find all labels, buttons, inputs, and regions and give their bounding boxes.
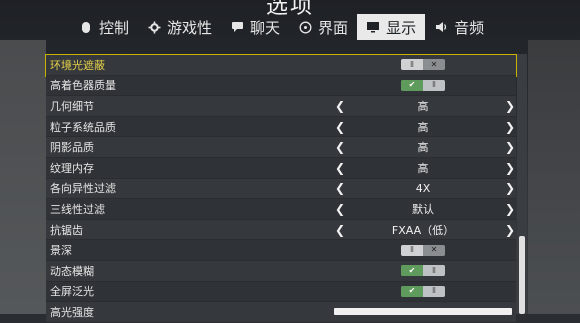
setting-row-anti-aliasing[interactable]: 抗锯齿 ❮ FXAA（低） ❯: [46, 219, 516, 241]
setting-label: 全屏泛光: [50, 285, 94, 299]
toggle-switch[interactable]: ✔ Ⅱ: [401, 265, 445, 277]
setting-row-trilinear-filtering[interactable]: 三线性过滤 ❮ 默认 ❯: [46, 199, 516, 220]
tab-label: 界面: [318, 18, 349, 37]
setting-row-fullscreen-bloom[interactable]: 全屏泛光 ✔ Ⅱ: [46, 281, 516, 303]
previous-arrow-icon[interactable]: ❮: [335, 161, 345, 175]
next-arrow-icon[interactable]: ❯: [505, 223, 515, 237]
toggle-switch[interactable]: Ⅱ ✕: [401, 59, 445, 71]
background-left: [0, 40, 46, 314]
setting-label: 几何细节: [50, 99, 94, 113]
previous-arrow-icon[interactable]: ❮: [335, 99, 345, 113]
setting-value: 4X: [415, 181, 431, 195]
background-right: [528, 40, 580, 314]
next-arrow-icon[interactable]: ❯: [505, 120, 515, 134]
scrollbar-thumb[interactable]: [519, 236, 525, 314]
setting-label: 高着色器质量: [50, 79, 116, 93]
setting-row-particle-quality[interactable]: 粒子系统品质 ❮ 高 ❯: [46, 116, 516, 138]
tab-gameplay[interactable]: 游戏性: [138, 14, 221, 40]
next-arrow-icon[interactable]: ❯: [505, 99, 515, 113]
setting-row-shadow-quality[interactable]: 阴影品质 ❮ 高 ❯: [46, 137, 516, 158]
setting-label: 高光强度: [50, 305, 94, 319]
next-arrow-icon[interactable]: ❯: [505, 140, 515, 154]
setting-value: FXAA（低）: [391, 223, 455, 237]
tab-label: 控制: [99, 18, 130, 37]
setting-row-bloom-intensity[interactable]: 高光强度: [46, 302, 516, 323]
setting-label: 三线性过滤: [50, 202, 105, 216]
tab-interface[interactable]: 界面: [289, 14, 357, 40]
scrollbar[interactable]: [517, 54, 527, 314]
tab-label: 显示: [386, 18, 417, 37]
setting-row-ambient-occlusion[interactable]: 环境光遮蔽 Ⅱ ✕: [45, 54, 517, 77]
setting-label: 各向异性过滤: [50, 182, 116, 196]
setting-row-texture-memory[interactable]: 纹理内存 ❮ 高 ❯: [46, 157, 516, 179]
tab-controls[interactable]: 控制: [70, 14, 138, 40]
toggle-switch[interactable]: Ⅱ ✕: [401, 244, 445, 256]
setting-label: 景深: [50, 244, 72, 258]
previous-arrow-icon[interactable]: ❮: [335, 120, 345, 134]
toggle-switch[interactable]: ✔ Ⅱ: [401, 285, 445, 297]
setting-row-motion-blur[interactable]: 动态模糊 ✔ Ⅱ: [46, 260, 516, 282]
settings-list: 环境光遮蔽 Ⅱ ✕ 高着色器质量 ✔ Ⅱ 几何细节 ❮ 高 ❯ 粒子系统品质 ❮ 高…: [45, 54, 517, 323]
setting-label: 动态模糊: [50, 264, 94, 278]
previous-arrow-icon[interactable]: ❮: [335, 181, 345, 195]
setting-row-depth-of-field[interactable]: 景深 Ⅱ ✕: [46, 240, 516, 261]
setting-label: 阴影品质: [50, 141, 94, 155]
interface-icon: [298, 20, 312, 34]
previous-arrow-icon[interactable]: ❮: [335, 202, 345, 216]
setting-label: 纹理内存: [50, 161, 94, 175]
setting-value: 高: [417, 161, 429, 175]
tab-audio[interactable]: 音频: [425, 14, 493, 40]
previous-arrow-icon[interactable]: ❮: [335, 223, 345, 237]
chat-bubble-icon: [230, 20, 244, 34]
tab-label: 音频: [454, 18, 485, 37]
tab-chat[interactable]: 聊天: [221, 14, 289, 40]
next-arrow-icon[interactable]: ❯: [505, 161, 515, 175]
tab-label: 聊天: [250, 18, 281, 37]
toggle-switch[interactable]: ✔ Ⅱ: [401, 79, 445, 91]
tab-bar: 控制 游戏性 聊天 界面 显示 音频: [70, 14, 493, 40]
setting-row-geometry-detail[interactable]: 几何细节 ❮ 高 ❯: [46, 96, 516, 117]
setting-value: 默认: [412, 202, 434, 216]
next-arrow-icon[interactable]: ❯: [505, 202, 515, 216]
intensity-slider[interactable]: [334, 308, 512, 316]
setting-label: 环境光遮蔽: [50, 58, 105, 72]
next-arrow-icon[interactable]: ❯: [505, 181, 515, 195]
monitor-icon: [366, 20, 380, 34]
setting-value: 高: [417, 141, 429, 155]
previous-arrow-icon[interactable]: ❮: [335, 140, 345, 154]
tab-label: 游戏性: [167, 18, 213, 37]
setting-label: 抗锯齿: [50, 223, 83, 237]
setting-row-anisotropic-filtering[interactable]: 各向异性过滤 ❮ 4X ❯: [46, 178, 516, 200]
setting-value: 高: [417, 120, 429, 134]
tab-display[interactable]: 显示: [357, 14, 426, 40]
setting-value: 高: [417, 99, 429, 113]
setting-label: 粒子系统品质: [50, 120, 116, 134]
gear-icon: [147, 20, 161, 34]
mouse-icon: [79, 20, 93, 34]
setting-row-high-shader-quality[interactable]: 高着色器质量 ✔ Ⅱ: [46, 75, 516, 97]
speaker-icon: [434, 20, 448, 34]
